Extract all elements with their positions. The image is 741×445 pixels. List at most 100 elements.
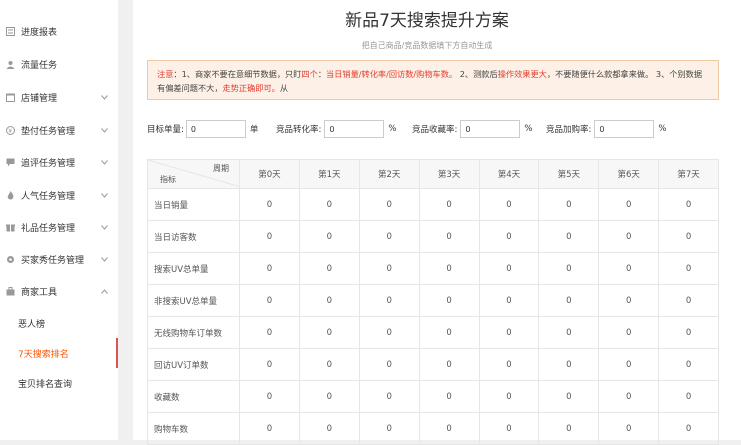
table-cell: 0 (478, 284, 540, 317)
sidebar-subitem-7day-search-rank[interactable]: 7天搜索排名 (0, 338, 118, 368)
sidebar-item-advance-task[interactable]: ¥ 垫付任务管理 (0, 115, 118, 145)
chevron-down-icon (101, 158, 108, 168)
table-cell: 0 (298, 316, 360, 349)
table-cell: 0 (538, 252, 600, 285)
notice-text: 走势正确即可。 (222, 83, 280, 93)
table-row: 搜索UV总单量 0 0 0 0 0 0 0 0 (147, 252, 719, 285)
sidebar-item-traffic-task[interactable]: 流量任务 (0, 49, 118, 79)
notice-text: ： (317, 69, 327, 79)
shop-icon (5, 92, 15, 102)
table-cell: 0 (358, 284, 420, 317)
target-orders-input[interactable] (185, 120, 246, 138)
gear-icon (5, 254, 15, 264)
table-cell: 0 (598, 188, 660, 221)
table-cell: 0 (239, 316, 300, 349)
sidebar-subitem-blacklist[interactable]: 恶人榜 (0, 308, 118, 338)
table-row: 收藏数 0 0 0 0 0 0 0 0 (147, 380, 719, 413)
table-row: 当日访客数 0 0 0 0 0 0 0 0 (147, 220, 719, 253)
sidebar-item-gift-task[interactable]: 礼品任务管理 (0, 212, 118, 242)
competitor-favorite-unit: % (524, 124, 533, 134)
table-cell: 0 (538, 220, 600, 253)
user-icon (5, 59, 15, 69)
table-cell: 0 (358, 252, 420, 285)
tool-icon (5, 286, 15, 296)
row-label: 当日销量 (147, 188, 240, 221)
table-cell: 0 (418, 252, 480, 285)
table-cell: 0 (358, 380, 420, 413)
chevron-down-icon (101, 93, 108, 103)
chevron-down-icon (101, 126, 108, 136)
table-cell: 0 (478, 220, 540, 253)
competitor-favorite-input[interactable] (460, 120, 521, 138)
sidebar-subitem-item-rank-query[interactable]: 宝贝排名查询 (0, 368, 118, 398)
sidebar: 进度报表 流量任务 店铺管理 ¥ 垫付任务管理 追评任务管理 人气任务管理 礼品… (0, 0, 118, 440)
row-label: 非搜索UV总单量 (147, 284, 240, 317)
table-row: 回访UV订单数 0 0 0 0 0 0 0 0 (147, 348, 719, 381)
svg-text:¥: ¥ (8, 128, 12, 135)
notice-text: ：1、商家不要在意细节数据，只盯 (173, 69, 302, 79)
table-cell: 0 (358, 188, 420, 221)
sidebar-item-label: 商家工具 (21, 287, 58, 298)
sidebar-subitem-label: 恶人榜 (18, 319, 46, 330)
chevron-down-icon (101, 223, 108, 233)
gift-icon (5, 222, 15, 232)
competitor-cart-group: 竞品加购率: % (546, 120, 666, 138)
notice-text: 四个 (301, 69, 318, 79)
sidebar-item-label: 买家秀任务管理 (21, 255, 85, 266)
table-cell: 0 (418, 316, 480, 349)
sidebar-subitem-label: 7天搜索排名 (18, 349, 69, 360)
notice-text: 从 (279, 83, 289, 93)
sidebar-item-label: 流量任务 (21, 60, 58, 71)
sidebar-item-label: 垫付任务管理 (21, 126, 76, 137)
table-cell: 0 (418, 284, 480, 317)
sidebar-item-followup-task[interactable]: 追评任务管理 (0, 147, 118, 177)
table-cell: 0 (418, 380, 480, 413)
notice-text: 注意 (157, 69, 174, 79)
sidebar-item-label: 追评任务管理 (21, 158, 76, 169)
table-cell: 0 (298, 188, 360, 221)
chevron-up-icon (101, 287, 108, 297)
page-subtitle: 把自己商品/竞品数据填下方自动生成 (361, 41, 493, 50)
table-cell: 0 (538, 188, 600, 221)
sidebar-item-buyer-show-task[interactable]: 买家秀任务管理 (0, 244, 118, 274)
sidebar-item-progress-report[interactable]: 进度报表 (0, 16, 118, 46)
table-cell: 0 (298, 380, 360, 413)
sidebar-item-merchant-tools[interactable]: 商家工具 (0, 276, 118, 306)
table-cell: 0 (239, 284, 300, 317)
table-cell: 0 (598, 220, 660, 253)
table-cell: 0 (239, 188, 300, 221)
table-cell: 0 (658, 284, 719, 317)
day-header: 第6天 (598, 159, 660, 189)
table-cell: 0 (358, 220, 420, 253)
table-cell: 0 (478, 188, 540, 221)
table-row: 无线购物车订单数 0 0 0 0 0 0 0 0 (147, 316, 719, 349)
table-cell: 0 (358, 348, 420, 381)
table-cell: 0 (298, 252, 360, 285)
table-cell: 0 (658, 188, 719, 221)
table-cell: 0 (298, 348, 360, 381)
day-header: 第5天 (538, 159, 600, 189)
sidebar-item-label: 礼品任务管理 (21, 223, 76, 234)
competitor-conversion-input[interactable] (324, 120, 385, 138)
competitor-conversion-group: 竞品转化率: % (276, 120, 396, 138)
corner-metric-label: 指标 (160, 175, 176, 184)
competitor-conversion-unit: % (388, 124, 397, 134)
sidebar-subitem-label: 宝贝排名查询 (18, 379, 73, 390)
target-orders-label: 目标单量: (147, 125, 184, 135)
sidebar-item-shop-manage[interactable]: 店铺管理 (0, 82, 118, 112)
table-cell: 0 (239, 252, 300, 285)
main-content: 新品7天搜索提升方案 把自己商品/竞品数据填下方自动生成 注意：1、商家不要在意… (133, 0, 741, 445)
table-cell: 0 (598, 380, 660, 413)
sidebar-item-label: 进度报表 (21, 27, 58, 38)
input-row: 目标单量: 单 竞品转化率: % 竞品收藏率: % 竞品加购率: % (133, 120, 741, 140)
table-cell: 0 (538, 348, 600, 381)
day-header: 第0天 (239, 159, 300, 189)
fire-icon (5, 190, 15, 200)
table-corner-cell: 周期 指标 (147, 159, 240, 189)
table-cell: 0 (239, 380, 300, 413)
competitor-cart-input[interactable] (594, 120, 655, 138)
chevron-down-icon (101, 191, 108, 201)
sidebar-item-popularity-task[interactable]: 人气任务管理 (0, 180, 118, 210)
competitor-cart-label: 竞品加购率: (546, 125, 592, 135)
notice-box: 注意：1、商家不要在意细节数据，只盯四个：当日销量/转化率/回访数/购物车数。 … (147, 60, 719, 100)
